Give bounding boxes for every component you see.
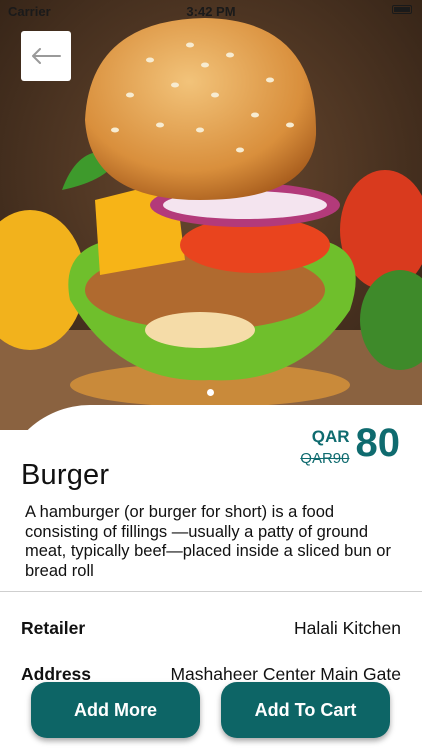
- product-title: Burger: [21, 459, 110, 491]
- retailer-row: Retailer Halali Kitchen: [21, 618, 401, 639]
- add-more-button[interactable]: Add More: [31, 682, 200, 738]
- divider: [0, 591, 422, 592]
- image-pager-dot: [207, 389, 214, 396]
- old-price: QAR90: [300, 450, 350, 467]
- retailer-label: Retailer: [21, 618, 86, 638]
- arrow-left-icon: [32, 48, 61, 64]
- back-button[interactable]: [21, 31, 71, 81]
- product-description: A hamburger (or burger for short) is a f…: [25, 503, 391, 580]
- price-block: QAR QAR90 80: [300, 422, 400, 468]
- price-amount: 80: [355, 421, 401, 465]
- price-currency: QAR: [311, 427, 350, 446]
- battery-icon: [392, 5, 412, 14]
- add-to-cart-button[interactable]: Add To Cart: [221, 682, 390, 738]
- status-time: 3:42 PM: [186, 4, 236, 19]
- retailer-value: Halali Kitchen: [294, 618, 401, 638]
- bottom-action-bar: Add More Add To Cart: [0, 672, 422, 750]
- status-bar: Carrier 3:42 PM: [0, 0, 422, 22]
